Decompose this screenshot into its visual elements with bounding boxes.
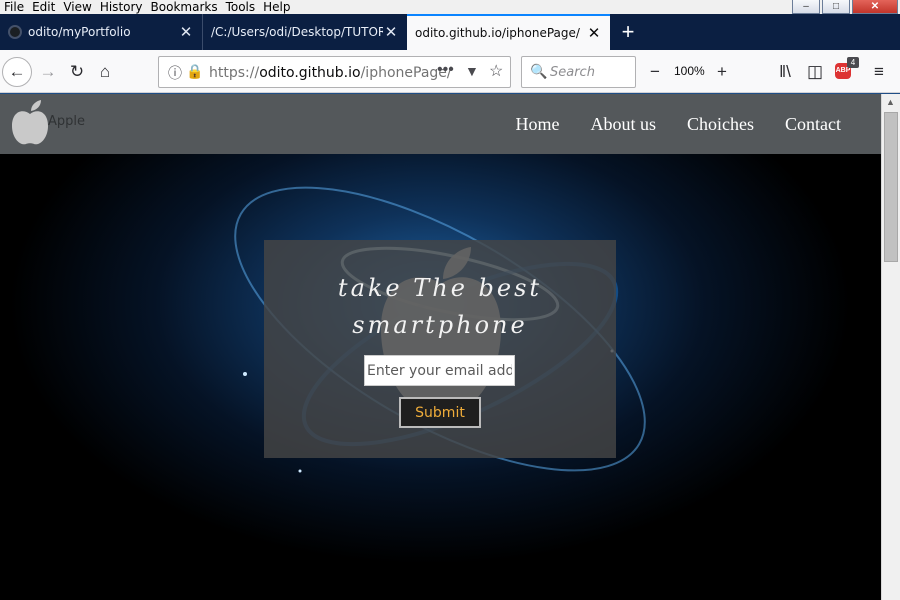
menu-history[interactable]: History [96, 0, 147, 14]
info-icon[interactable]: ⓘ [168, 63, 182, 83]
menu-tools[interactable]: Tools [222, 0, 260, 14]
search-icon: 🔍 [530, 63, 548, 79]
address-bar[interactable]: ⓘ 🔒 https://odito.github.io/iphonePage/ … [158, 56, 511, 88]
menu-view[interactable]: View [59, 0, 95, 14]
github-icon [8, 25, 22, 39]
headline-line-2: smartphone [352, 311, 528, 339]
email-input[interactable] [364, 355, 515, 386]
zoom-out-button[interactable]: − [640, 57, 670, 87]
vertical-scrollbar[interactable]: ▲ [881, 94, 900, 600]
page-actions-icon[interactable]: ••• [437, 61, 454, 79]
menu-help[interactable]: Help [259, 0, 294, 14]
nav-choices-link[interactable]: Choiches [687, 114, 754, 135]
search-placeholder: Search [550, 65, 595, 80]
menu-file[interactable]: File [0, 0, 28, 14]
close-tab-icon[interactable]: ✕ [178, 23, 194, 41]
nav-toolbar: ← → ↻ ⌂ ⓘ 🔒 https://odito.github.io/ipho… [0, 50, 900, 93]
tab-local-file[interactable]: /C:/Users/odi/Desktop/TUTORIALS/ ✕ [202, 14, 407, 50]
zoom-level[interactable]: 100% [674, 64, 705, 78]
back-button[interactable]: ← [2, 57, 32, 87]
headline: take The best smartphone [264, 270, 616, 344]
tab-myportfolio[interactable]: odito/myPortfolio ✕ [0, 14, 202, 50]
tab-title: odito.github.io/iphonePage/ [415, 26, 580, 40]
minimize-button[interactable]: – [792, 0, 820, 14]
tab-title: /C:/Users/odi/Desktop/TUTORIALS/ [211, 25, 383, 39]
menu-bar: File Edit View History Bookmarks Tools H… [0, 0, 900, 14]
reload-icon: ↻ [69, 62, 85, 81]
pocket-icon[interactable]: ▼ [465, 63, 479, 79]
lock-warning-icon[interactable]: 🔒 [186, 63, 203, 80]
nav-home-link[interactable]: Home [515, 114, 559, 135]
library-icon: ‖\ [779, 62, 791, 81]
zoom-in-button[interactable]: + [707, 57, 737, 87]
site-header: Apple Home About us Choiches Contact [0, 94, 881, 154]
sidebar-button[interactable]: ◫ [800, 57, 830, 87]
close-tab-icon[interactable]: ✕ [383, 23, 399, 41]
scroll-up-arrow-icon[interactable]: ▲ [886, 97, 895, 107]
nav-about-link[interactable]: About us [590, 114, 656, 135]
headline-line-1: take The best [337, 274, 543, 302]
submit-button[interactable]: Submit [399, 397, 481, 428]
bookmark-star-icon[interactable]: ☆ [489, 61, 503, 81]
close-window-button[interactable]: ✕ [852, 0, 898, 14]
window-controls: – □ ✕ [792, 0, 898, 14]
logo-text: Apple [48, 114, 86, 129]
scroll-thumb[interactable] [884, 112, 898, 262]
tab-title: odito/myPortfolio [28, 25, 131, 39]
menu-edit[interactable]: Edit [28, 0, 59, 14]
forward-arrow-icon: → [39, 62, 57, 81]
signup-box: take The best smartphone Submit [264, 240, 616, 458]
adblock-badge: 4 [847, 57, 859, 68]
new-tab-button[interactable]: + [610, 14, 646, 50]
forward-button[interactable]: → [33, 57, 63, 87]
tab-strip: odito/myPortfolio ✕ /C:/Users/odi/Deskto… [0, 14, 900, 50]
maximize-button[interactable]: □ [822, 0, 850, 14]
web-page: Apple Home About us Choiches Contact tak… [0, 94, 881, 600]
close-tab-icon[interactable]: ✕ [586, 24, 602, 42]
hamburger-icon: ≡ [874, 62, 884, 81]
home-button[interactable]: ⌂ [90, 57, 120, 87]
menu-button[interactable]: ≡ [864, 57, 894, 87]
site-nav: Home About us Choiches Contact [515, 94, 841, 154]
tab-iphonepage[interactable]: odito.github.io/iphonePage/ ✕ [407, 14, 610, 50]
sidebar-icon: ◫ [806, 62, 824, 81]
nav-contact-link[interactable]: Contact [785, 114, 841, 135]
menu-bookmarks[interactable]: Bookmarks [147, 0, 222, 14]
reload-button[interactable]: ↻ [62, 57, 92, 87]
search-input[interactable]: 🔍 Search [521, 56, 636, 88]
back-arrow-icon: ← [8, 62, 26, 81]
library-button[interactable]: ‖\ [770, 57, 800, 87]
url-text: https://odito.github.io/iphonePage/ [209, 65, 452, 81]
home-icon: ⌂ [99, 62, 111, 81]
